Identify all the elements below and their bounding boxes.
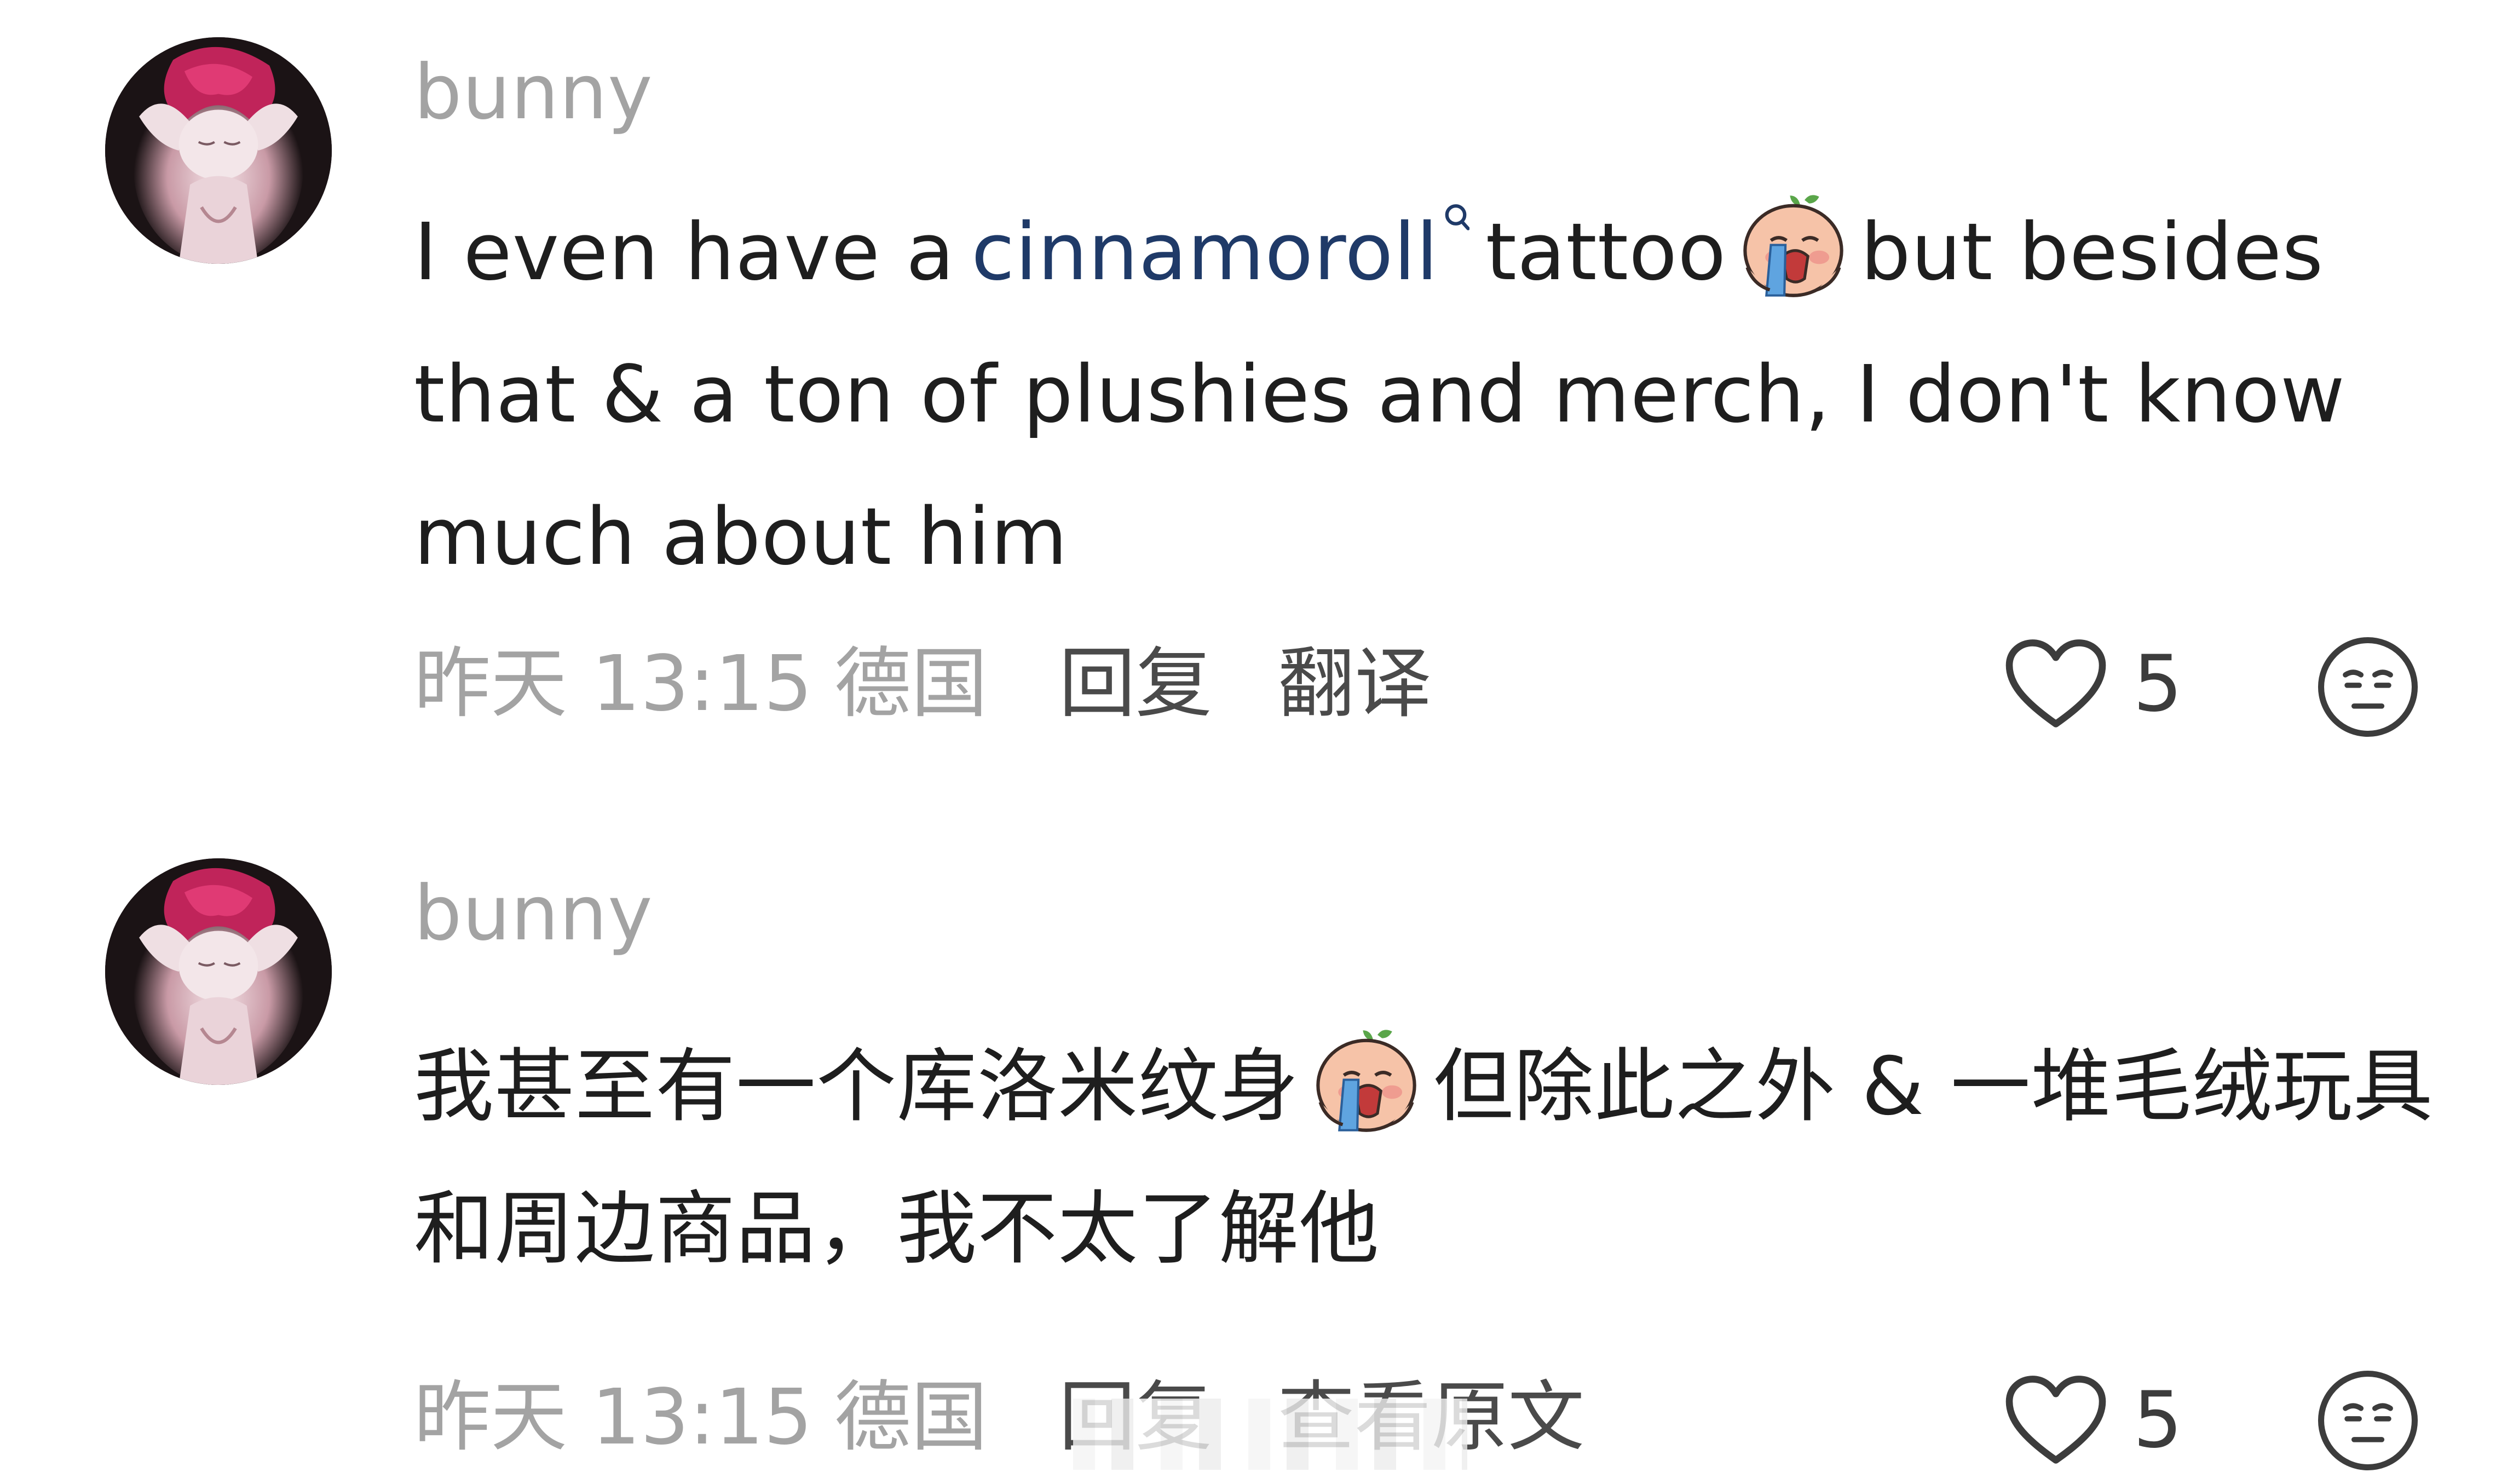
watermark-strip — [1073, 1399, 1467, 1470]
comment-text-part: tattoo — [1485, 206, 1727, 298]
avatar-image — [105, 858, 332, 1085]
comment-text: 我甚至有一个库洛米纹身 但除此之外 & 一堆毛绒玩具和周边商品，我不太了解他 — [414, 1015, 2440, 1300]
heart-outline-icon — [2004, 638, 2108, 731]
search-link-label: cinnamoroll — [971, 206, 1439, 298]
comment-text-part: 我甚至有一个库洛米纹身 — [414, 1040, 1299, 1133]
reply-button[interactable]: 回复 — [1059, 646, 1212, 723]
comment-time: 昨天 13:15 — [414, 639, 812, 729]
comment-meta: 昨天 13:15 德国 回复 翻译 — [414, 646, 1431, 723]
like-button[interactable]: 5 — [2004, 630, 2212, 739]
comment-item: bunny I even have a cinnamoroll tattoo but … — [0, 0, 2513, 805]
comment-item: bunny 我甚至有一个库洛米纹身 但除此之外 & 一堆毛绒玩具和周边商品，我不太… — [0, 821, 2513, 1484]
username[interactable]: bunny — [414, 55, 653, 130]
comment-time: 昨天 13:15 — [414, 1373, 812, 1462]
avatar[interactable] — [105, 37, 332, 264]
avatar-image — [105, 37, 332, 264]
search-link[interactable]: cinnamoroll — [971, 206, 1469, 298]
translate-button[interactable]: 翻译 — [1278, 646, 1431, 723]
crying-face-emoji-icon — [1737, 189, 1849, 301]
heart-outline-icon — [2004, 1374, 2108, 1467]
username[interactable]: bunny — [414, 876, 653, 951]
comment-location: 德国 — [834, 1373, 988, 1462]
like-button[interactable]: 5 — [2004, 1366, 2212, 1475]
neutral-face-icon — [2316, 635, 2420, 739]
like-count: 5 — [2133, 639, 2183, 729]
like-count: 5 — [2133, 1375, 2183, 1465]
avatar[interactable] — [105, 858, 332, 1085]
comment-text: I even have a cinnamoroll tattoo but beside… — [414, 181, 2440, 608]
comment-text-part: I even have a — [414, 206, 955, 298]
reaction-button[interactable] — [2316, 1368, 2420, 1473]
search-icon — [1442, 203, 1469, 241]
comment-location: 德国 — [834, 639, 988, 729]
reaction-button[interactable] — [2316, 635, 2420, 739]
neutral-face-icon — [2316, 1368, 2420, 1473]
crying-face-emoji-icon — [1310, 1024, 1422, 1136]
